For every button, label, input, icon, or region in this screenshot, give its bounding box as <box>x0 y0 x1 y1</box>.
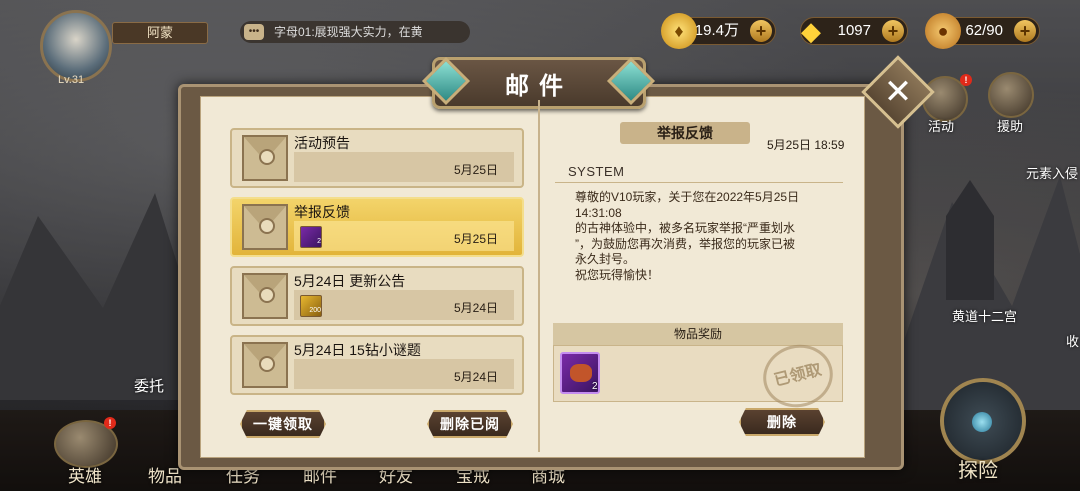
gold-counter: ♦ 19.4万 + <box>661 13 776 49</box>
mail-title: 5月24日 15钻小谜题 <box>294 342 421 358</box>
player-avatar[interactable] <box>40 10 112 82</box>
mail-date: 5月25日 <box>453 163 498 177</box>
gold-coin-icon: ♦ <box>661 13 697 49</box>
delete-read-button[interactable]: 删除已阅 <box>427 410 513 438</box>
right-edge-label[interactable]: 收 <box>1066 331 1079 350</box>
nav-items[interactable]: 物品 <box>148 462 182 487</box>
hero-red-dot: ! <box>104 417 116 429</box>
detail-sender: SYSTEM <box>568 164 625 179</box>
dialog-title: 邮件 <box>505 73 573 100</box>
mail-date: 5月25日 <box>453 232 498 246</box>
mail-item-selected[interactable]: 举报反馈 2 5月25日 <box>230 197 524 257</box>
envelope-icon <box>242 342 288 388</box>
envelope-icon <box>242 204 288 250</box>
mail-item[interactable]: 5月24日 更新公告 200 5月24日 <box>230 266 524 326</box>
envelope-icon <box>242 273 288 319</box>
diamond-counter: ◆ 1097 + <box>800 16 908 46</box>
detail-body: 尊敬的V10玩家，关于您在2022年5月25日 14:31:08 的古神体验中，… <box>575 190 800 282</box>
diamond-icon: ◆ <box>801 16 821 46</box>
player-level: Lv.31 <box>58 74 85 86</box>
delete-button[interactable]: 删除 <box>739 408 825 436</box>
add-stamina-button[interactable]: + <box>1014 20 1036 42</box>
close-icon[interactable]: ✕ <box>872 66 924 118</box>
mail-title: 5月24日 更新公告 <box>294 273 406 289</box>
chat-ticker[interactable]: 字母01:展现强大实力，在黄 <box>240 21 470 43</box>
seal-icon <box>259 287 275 303</box>
add-diamond-button[interactable]: + <box>882 20 904 42</box>
activity-label: 活动 <box>928 119 955 134</box>
mail-date: 5月24日 <box>453 301 498 315</box>
detail-title: 举报反馈 <box>620 122 750 144</box>
envelope-icon <box>242 135 288 181</box>
player-name: 阿蒙 <box>112 22 208 44</box>
diamond-value: 1097 <box>837 22 871 39</box>
assist-button[interactable] <box>988 72 1034 118</box>
gold-value: 19.4万 <box>694 22 739 39</box>
mail-item[interactable]: 5月24日 15钻小谜题 5月24日 <box>230 335 524 395</box>
nav-hero[interactable]: 英雄 <box>68 462 102 487</box>
mail-title: 举报反馈 <box>294 204 350 220</box>
seal-icon <box>259 218 275 234</box>
stamina-value: 62/90 <box>965 22 1003 39</box>
assist-label: 援助 <box>997 119 1024 134</box>
stamina-counter: ● 62/90 + <box>925 13 1040 49</box>
mail-item[interactable]: 活动预告 5月25日 <box>230 128 524 188</box>
add-gold-button[interactable]: + <box>750 20 772 42</box>
activity-red-dot: ! <box>960 74 972 86</box>
mail-title: 活动预告 <box>294 135 350 151</box>
commission-label[interactable]: 委托 <box>134 375 164 396</box>
explore-gem-icon <box>972 412 992 432</box>
chat-bubble-icon: ••• <box>244 24 264 40</box>
explore-label: 探险 <box>958 460 998 482</box>
stamina-food-icon: ● <box>925 13 961 49</box>
reward-quantity: 2 <box>592 381 598 392</box>
seal-icon <box>259 356 275 372</box>
seal-icon <box>259 149 275 165</box>
panel-divider <box>538 100 540 452</box>
reward-header: 物品奖励 <box>553 323 843 345</box>
elemental-invasion-label[interactable]: 元素入侵 <box>1026 163 1078 182</box>
food-item-icon: 2 <box>300 226 322 248</box>
detail-time: 5月25日 18:59 <box>767 138 845 152</box>
zodiac-label[interactable]: 黄道十二宫 <box>952 306 1017 325</box>
diamond-item-icon: 200 <box>300 295 322 317</box>
mail-date: 5月24日 <box>453 370 498 384</box>
claim-all-button[interactable]: 一键领取 <box>240 410 326 438</box>
